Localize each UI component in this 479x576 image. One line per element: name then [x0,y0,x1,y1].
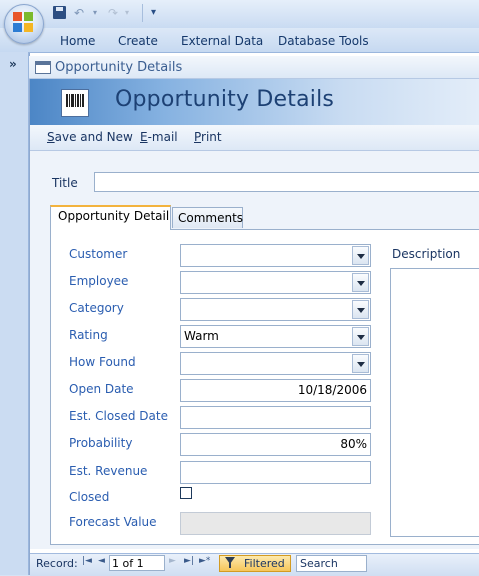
closed-checkbox[interactable] [180,487,192,499]
customize-quick-access-icon[interactable]: ▾ [151,6,156,20]
current-record-value: 1 of 1 [112,557,144,570]
navigation-pane [0,52,29,575]
search-placeholder: Search [300,557,338,570]
tab-database-tools[interactable]: Database Tools [278,34,369,48]
category-combo[interactable] [180,298,371,321]
tab-home[interactable]: Home [60,34,95,48]
probability-label: Probability [69,436,133,450]
last-record-icon[interactable]: ►| [184,556,194,566]
next-record-icon[interactable]: ► [169,556,176,566]
save-and-new-accel: S [47,130,55,144]
description-textarea[interactable] [390,268,479,537]
print-label: rint [201,130,222,144]
title-label: Title [52,176,78,190]
dropdown-arrow-icon[interactable] [352,300,369,319]
redo-icon[interactable]: ↷ [108,6,118,20]
filtered-label: Filtered [244,557,285,570]
tab-comments-label: Comments [178,211,244,225]
expand-nav-pane-icon[interactable]: » [9,57,17,71]
open-date-value: 10/18/2006 [297,383,367,397]
dropdown-arrow-icon[interactable] [352,246,369,265]
quick-access-separator [142,4,143,22]
print-accel: P [194,130,202,144]
save-and-new-button[interactable]: Save and New [47,130,133,144]
est-closed-date-label: Est. Closed Date [69,409,168,423]
new-record-icon[interactable]: ►* [199,556,210,566]
print-button[interactable]: Print [194,130,222,144]
description-label: Description [392,247,461,261]
record-label: Record: [36,557,78,570]
probability-value: 80% [340,437,367,451]
save-and-new-label: ave and New [54,130,133,144]
open-date-field[interactable]: 10/18/2006 [180,379,371,402]
forecast-value-label: Forecast Value [69,515,157,529]
open-date-label: Open Date [69,382,134,396]
est-revenue-field[interactable] [180,461,371,484]
forecast-value-field [180,512,371,535]
rating-value: Warm [184,329,219,343]
est-closed-date-field[interactable] [180,406,371,429]
est-revenue-label: Est. Revenue [69,464,148,478]
employee-label: Employee [69,274,129,288]
email-accel: E [140,130,148,144]
form-title: Opportunity Details [115,87,335,112]
undo-icon[interactable]: ↶ [74,6,84,20]
employee-combo[interactable] [180,271,371,294]
tab-external-data[interactable]: External Data [181,34,263,48]
previous-record-icon[interactable]: ◄ [98,556,105,566]
probability-field[interactable]: 80% [180,433,371,456]
tab-create[interactable]: Create [118,34,158,48]
customer-label: Customer [69,247,128,261]
save-icon[interactable] [53,6,66,19]
barcode-icon [61,89,89,117]
rating-label: Rating [69,328,108,342]
title-input[interactable] [94,172,479,192]
customer-combo[interactable] [180,244,371,267]
how-found-combo[interactable] [180,352,371,375]
undo-dropdown-icon[interactable]: ▾ [93,6,97,20]
category-label: Category [69,301,124,315]
office-logo-icon [13,12,33,32]
dropdown-arrow-icon[interactable] [352,273,369,292]
title-bar [0,0,479,28]
dropdown-arrow-icon[interactable] [352,327,369,346]
filter-icon [225,557,235,568]
rating-combo[interactable]: Warm [180,325,371,348]
how-found-label: How Found [69,355,136,369]
tab-opportunity-detail-label: Opportunity Detail [58,209,170,223]
email-button[interactable]: E-mail [140,130,178,144]
email-label: -mail [147,130,178,144]
redo-dropdown-icon[interactable]: ▾ [125,6,129,20]
closed-label: Closed [69,490,110,504]
first-record-icon[interactable]: |◄ [82,556,92,566]
document-tab-title: Opportunity Details [55,60,183,75]
form-icon [35,61,51,74]
dropdown-arrow-icon[interactable] [352,354,369,373]
